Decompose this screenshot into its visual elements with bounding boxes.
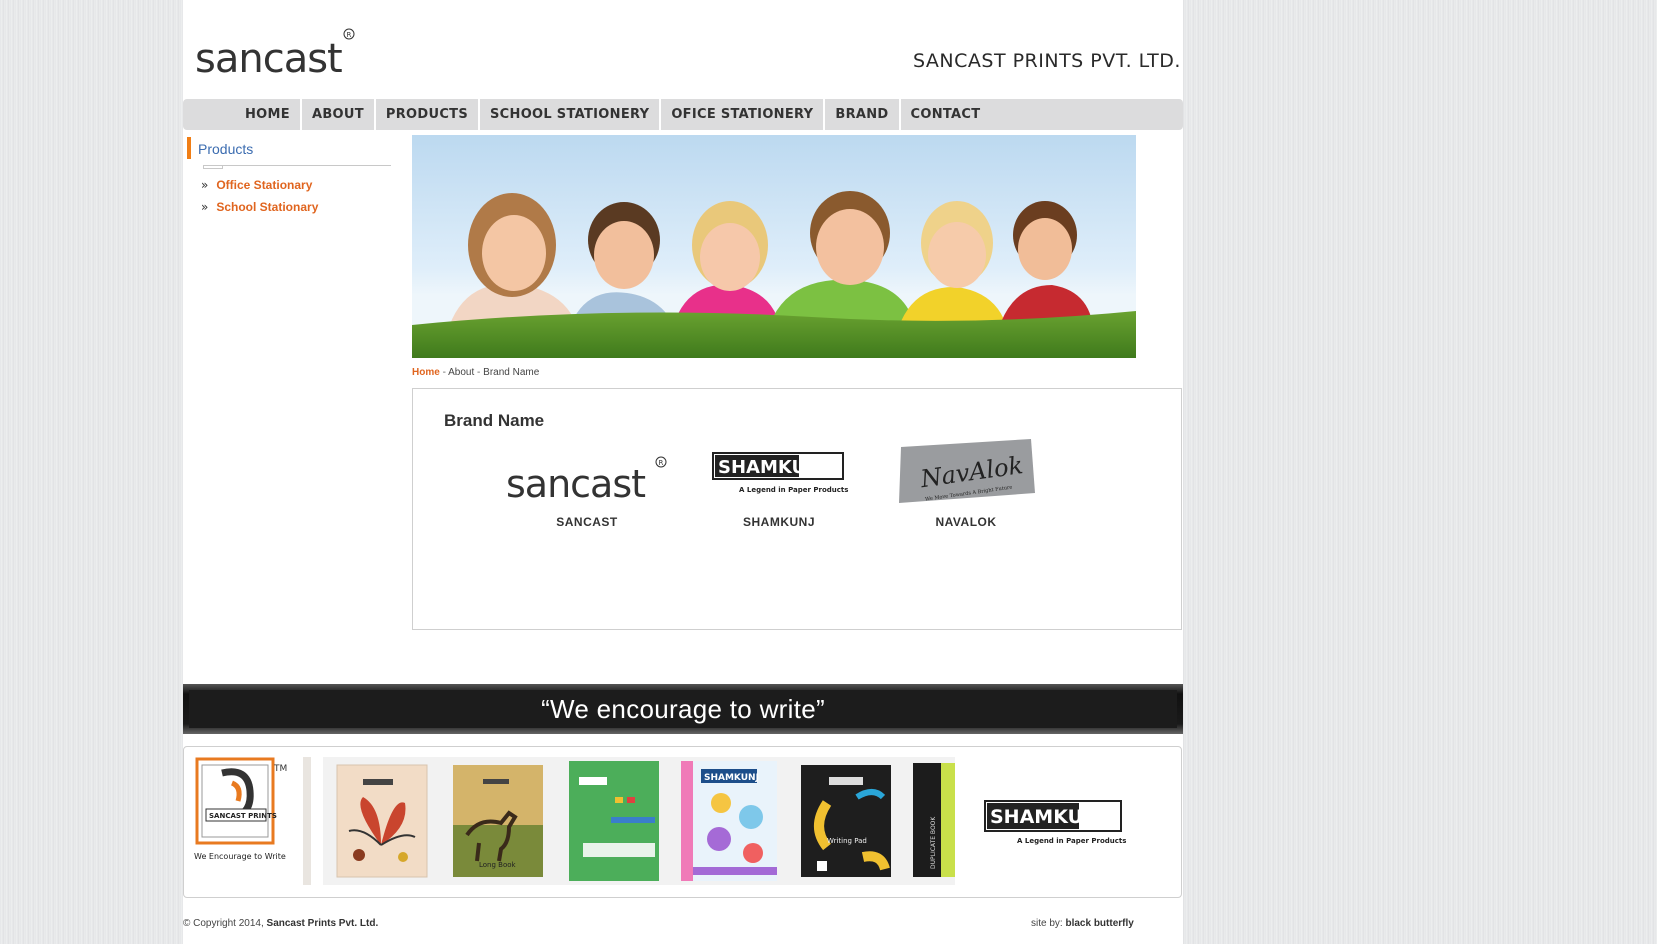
gallery-colorful-notebook[interactable]: SHAMKUNJ	[671, 757, 788, 885]
sidebar-divider	[203, 165, 391, 166]
shamkunj-gallery-logo: SHAMKUNJ A Legend in Paper Products	[984, 800, 1126, 845]
slogan-banner-inner: “We encourage to write”	[189, 690, 1177, 728]
gallery-floral-notebook[interactable]	[323, 757, 440, 885]
sancast-brand-logo: sancast R	[506, 456, 667, 506]
children-on-grass-illustration	[412, 191, 1136, 358]
writing-pad-image: Writing Pad	[801, 765, 891, 877]
gallery-horse-notebook[interactable]: Long Book	[439, 757, 556, 885]
horse-notebook-image: Long Book	[453, 765, 543, 877]
navalok-brand-logo: NavAlok We Move Towards A Bright Future	[899, 439, 1035, 503]
brand-shamkunj[interactable]: SHAMKUNJ A Legend in Paper Products SHAM…	[709, 449, 849, 529]
breadcrumb-home[interactable]: Home	[412, 367, 440, 378]
floral-notebook-image	[336, 764, 428, 878]
brand-sancast[interactable]: sancast R SANCAST	[502, 449, 672, 529]
gallery-green-logbook[interactable]	[555, 757, 672, 885]
svg-text:A Legend in Paper Products: A Legend in Paper Products	[1017, 837, 1126, 845]
gallery-shamkunj-logo[interactable]: SHAMKUNJ A Legend in Paper Products	[977, 757, 1127, 885]
svg-text:SHAMKUNJ: SHAMKUNJ	[718, 457, 828, 478]
brand-label-shamkunj: SHAMKUNJ	[742, 515, 815, 529]
slogan-banner: “We encourage to write”	[183, 684, 1183, 734]
product-gallery: TM SANCAST PRINTS We Encourage to Write	[183, 746, 1182, 898]
nav-products[interactable]: PRODUCTS	[376, 99, 481, 130]
nav-home[interactable]: HOME	[235, 99, 302, 130]
svg-text:We Encourage to Write: We Encourage to Write	[194, 852, 286, 861]
breadcrumb-separator: -	[474, 367, 484, 378]
sidebar-divider-tab	[203, 165, 223, 169]
copyright-text: © Copyright 2014, Sancast Prints Pvt. Lt…	[183, 918, 378, 929]
svg-text:R: R	[347, 31, 352, 39]
brand-label-navalok: NAVALOK	[935, 515, 997, 529]
nav-brand[interactable]: BRAND	[825, 99, 901, 130]
breadcrumb-separator: -	[439, 367, 449, 378]
bullet-icon: »	[201, 200, 209, 214]
svg-text:sancast: sancast	[195, 36, 342, 80]
company-name: SANCAST PRINTS PVT. LTD.	[913, 50, 1181, 72]
svg-text:Writing Pad: Writing Pad	[827, 837, 867, 845]
bullet-icon: »	[201, 178, 209, 192]
slogan-text: “We encourage to write”	[541, 693, 825, 724]
svg-text:R: R	[659, 459, 664, 467]
breadcrumb-about[interactable]: About	[448, 367, 474, 378]
gallery-divider	[303, 757, 311, 885]
brand-navalok[interactable]: NavAlok We Move Towards A Bright Future …	[891, 437, 1041, 529]
duplicate-book-image: DUPLICATE BOOK	[913, 763, 955, 877]
page-container: sancast R SANCAST PRINTS PVT. LTD. HOME …	[183, 0, 1183, 944]
sidebar-item-school-stationary: » School Stationary	[201, 199, 318, 221]
sidebar-item-office-stationary: » Office Stationary	[201, 177, 318, 199]
sancast-prints-thumb[interactable]: TM SANCAST PRINTS We Encourage to Write	[192, 757, 304, 885]
shamkunj-brand-logo: SHAMKUNJ A Legend in Paper Products	[712, 452, 848, 494]
nav-contact[interactable]: CONTACT	[901, 99, 991, 130]
svg-text:sancast: sancast	[506, 462, 645, 506]
green-logbook-image	[569, 761, 659, 881]
svg-text:SANCAST PRINTS: SANCAST PRINTS	[209, 812, 277, 820]
svg-text:A Legend in Paper Products: A Legend in Paper Products	[739, 486, 848, 494]
site-credit: site by: black butterfly	[1031, 918, 1134, 929]
page-title: Brand Name	[444, 411, 545, 430]
colorful-notebook-image: SHAMKUNJ	[681, 761, 777, 881]
brand-content-box: Brand Name sancast R SANCAST SHAMKUNJ A …	[412, 388, 1182, 630]
nav-about[interactable]: ABOUT	[302, 99, 376, 130]
svg-text:SHAMKUNJ: SHAMKUNJ	[704, 773, 759, 783]
svg-text:DUPLICATE BOOK: DUPLICATE BOOK	[930, 816, 937, 869]
sidebar-title-accent	[187, 137, 191, 159]
copyright-prefix: © Copyright 2014,	[183, 918, 264, 929]
sidebar-link-office-stationary[interactable]: Office Stationary	[216, 178, 312, 192]
credit-prefix: site by:	[1031, 918, 1063, 929]
sidebar-link-school-stationary[interactable]: School Stationary	[216, 200, 318, 214]
brand-label-sancast: SANCAST	[556, 515, 618, 529]
breadcrumb-current: Brand Name	[483, 367, 540, 378]
gallery-duplicate-book[interactable]: DUPLICATE BOOK	[903, 757, 955, 885]
sidebar-title: Products	[198, 141, 254, 157]
nav-office-stationery[interactable]: OFICE STATIONERY	[661, 99, 826, 130]
breadcrumb: Home - About - Brand Name	[412, 367, 539, 378]
main-nav: HOME ABOUT PRODUCTS SCHOOL STATIONERY OF…	[183, 99, 1183, 130]
credit-link[interactable]: black butterfly	[1065, 918, 1133, 929]
sidebar-list: » Office Stationary » School Stationary	[201, 177, 318, 221]
nav-school-stationery[interactable]: SCHOOL STATIONERY	[480, 99, 662, 130]
svg-text:Long Book: Long Book	[479, 861, 517, 869]
copyright-company[interactable]: Sancast Prints Pvt. Ltd.	[267, 918, 379, 929]
svg-text:SHAMKUNJ: SHAMKUNJ	[990, 806, 1106, 828]
sancast-logo[interactable]: sancast R	[195, 28, 355, 80]
banner-image	[412, 135, 1136, 358]
gallery-writing-pad[interactable]: Writing Pad	[787, 757, 904, 885]
svg-text:TM: TM	[273, 764, 287, 774]
sancast-prints-logo: TM SANCAST PRINTS We Encourage to Write	[194, 757, 287, 861]
